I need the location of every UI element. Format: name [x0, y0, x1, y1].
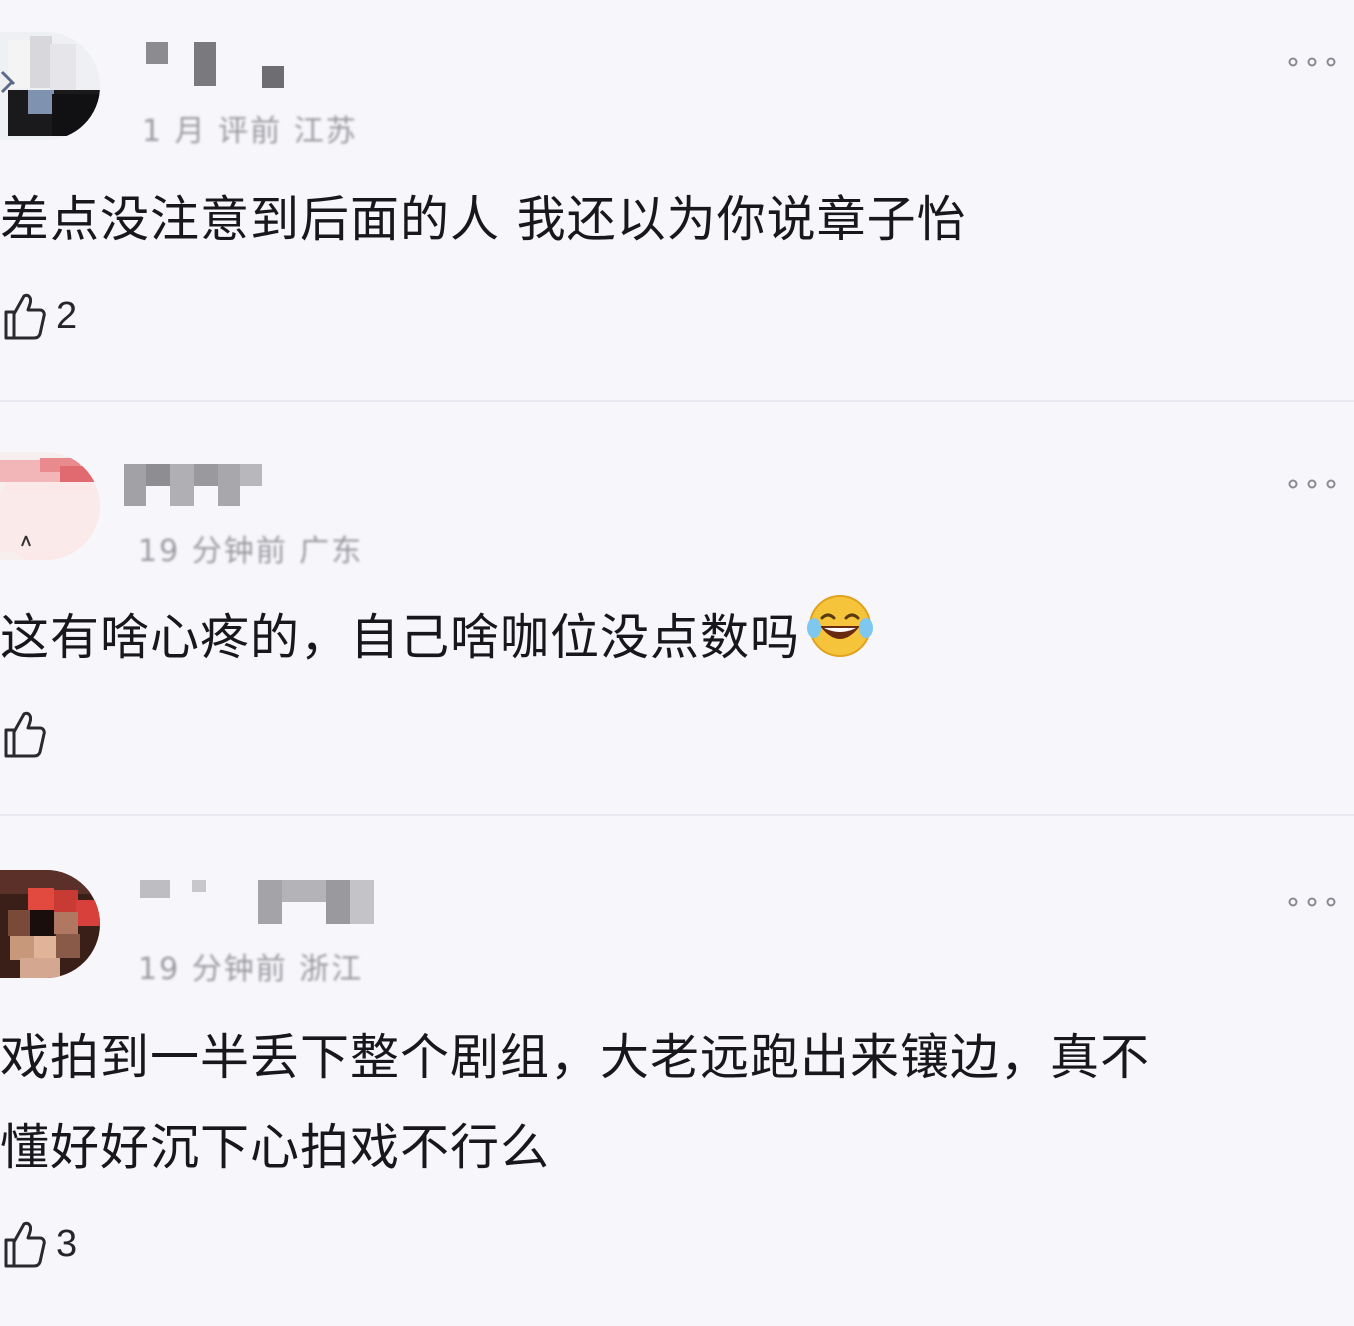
thumbs-up-icon [4, 1221, 46, 1268]
blur-block [146, 42, 168, 64]
blur-block [124, 464, 146, 506]
blur-block [194, 464, 218, 486]
comment-text-line2: 懂好好沉下心拍戏不行么 [0, 1119, 551, 1176]
comment-text: 这有啥心疼的，自己啥咖位没点数吗 [0, 592, 874, 688]
laugh-cry-emoji [806, 594, 874, 688]
comment-meta: 19 分钟前 广东 [138, 534, 364, 569]
like-button[interactable]: 3 [2, 1218, 77, 1270]
more-dots-icon[interactable] [1288, 472, 1336, 496]
username-blurred[interactable] [124, 464, 262, 506]
username-blurred[interactable] [140, 880, 374, 924]
blur-block [192, 880, 206, 892]
blur-block [326, 880, 350, 924]
blur-block [170, 464, 194, 506]
comment-item: 19 分钟前 浙江 戏拍到一半丢下整个剧组，大老远跑出来镶边，真不 懂好好沉下心… [0, 816, 1354, 1326]
blur-block [262, 66, 284, 88]
username-blurred[interactable] [146, 42, 284, 88]
blur-block [282, 880, 326, 902]
comment-text-content: 这有啥心疼的，自己啥咖位没点数吗 [0, 609, 801, 666]
comment-item: 19 分钟前 广东 这有啥心疼的，自己啥咖位没点数吗 [0, 402, 1354, 814]
thumbs-up-icon [4, 293, 46, 340]
blur-block [146, 464, 170, 486]
avatar[interactable] [0, 452, 100, 560]
comment-text-line1: 戏拍到一半丢下整个剧组，大老远跑出来镶边，真不 [0, 1029, 1151, 1086]
avatar[interactable] [0, 870, 100, 978]
comment-item: 1 月 评前 江苏 差点没注意到后面的人 我还以为你说章子怡 2 [0, 0, 1354, 400]
blur-block [140, 880, 170, 898]
avatar[interactable] [0, 32, 100, 140]
like-count: 2 [56, 294, 78, 337]
comment-text: 差点没注意到后面的人 我还以为你说章子怡 [0, 191, 967, 248]
like-count: 3 [56, 1222, 78, 1265]
blur-block [258, 880, 282, 924]
like-button[interactable] [2, 708, 56, 760]
blur-block [194, 42, 216, 86]
blur-block [350, 880, 374, 924]
like-button[interactable]: 2 [2, 290, 77, 342]
more-dots-icon[interactable] [1288, 890, 1336, 914]
blur-block [240, 464, 262, 486]
comment-meta: 1 月 评前 江苏 [142, 114, 358, 149]
more-dots-icon[interactable] [1288, 50, 1336, 74]
comment-meta: 19 分钟前 浙江 [138, 952, 364, 987]
avatar-image [0, 32, 100, 140]
thumbs-up-icon [4, 711, 46, 758]
avatar-image [0, 870, 100, 978]
avatar-image [0, 452, 100, 560]
blur-block [218, 464, 240, 506]
